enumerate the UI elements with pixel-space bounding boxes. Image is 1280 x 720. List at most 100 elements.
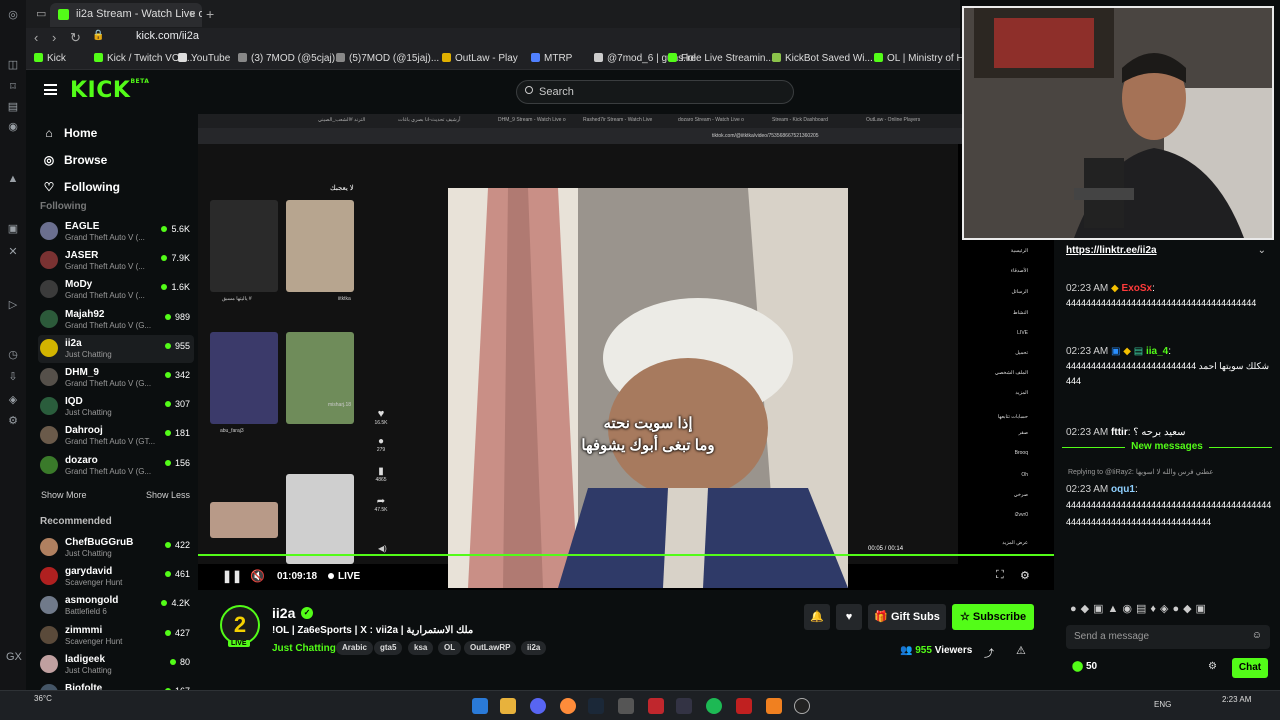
settings-icon[interactable]: ⚙ bbox=[1020, 569, 1030, 582]
sidebar-channel-asmongold[interactable]: asmongold Battlefield 6 4.2K bbox=[38, 592, 194, 620]
show-less-link[interactable]: Show Less bbox=[146, 490, 190, 500]
download-icon[interactable]: ⇩ bbox=[6, 370, 20, 384]
twitch-icon[interactable]: ▣ bbox=[6, 222, 20, 236]
emoji-icon[interactable]: ☺ bbox=[1252, 630, 1262, 641]
stream-tag[interactable]: ksa bbox=[408, 641, 434, 655]
new-tab-icon[interactable]: + bbox=[206, 6, 214, 22]
start-icon[interactable] bbox=[472, 698, 488, 714]
streamer-name[interactable]: ii2a bbox=[272, 605, 295, 621]
bookmark-icon[interactable]: ⌑ bbox=[6, 80, 20, 94]
pause-icon[interactable]: ❚❚ bbox=[222, 569, 242, 583]
bookmark-item[interactable]: (3) 7MOD (@5cjaj)... bbox=[238, 53, 343, 64]
sidebar-channel-dahrooj[interactable]: Dahrooj Grand Theft Auto V (GT... 181 bbox=[38, 422, 194, 450]
tiktok-thumbnail[interactable] bbox=[210, 332, 278, 424]
sidebar-channel-garydavid[interactable]: garydavid Scavenger Hunt 461 bbox=[38, 563, 194, 591]
stream-category[interactable]: Just Chatting bbox=[272, 643, 336, 654]
bookmark-item[interactable]: OL | Ministry of H... bbox=[874, 53, 972, 64]
sidebar-channel-jaser[interactable]: JASER Grand Theft Auto V (... 7.9K bbox=[38, 247, 194, 275]
clock[interactable]: 2:23 AM bbox=[1222, 695, 1251, 704]
mute-icon[interactable]: 🔇 bbox=[250, 569, 265, 583]
sidebar-channel-eagle[interactable]: EAGLE Grand Theft Auto V (... 5.6K bbox=[38, 218, 194, 246]
message-user[interactable]: iia_4 bbox=[1146, 346, 1168, 357]
messenger-icon[interactable]: ◉ bbox=[6, 120, 20, 134]
report-icon[interactable]: ⚠ bbox=[1016, 644, 1026, 657]
settings-icon[interactable]: ⚙ bbox=[6, 414, 20, 428]
stream-video-player[interactable]: الترند #الشعب_الصيني أرشيف تحديث-انا بصر… bbox=[198, 114, 1054, 590]
bookmark-item[interactable]: Kick bbox=[34, 53, 66, 64]
stream-tag[interactable]: OutLawRP bbox=[464, 641, 517, 655]
spotify-icon[interactable] bbox=[706, 698, 722, 714]
notification-bell-button[interactable]: 🔔 bbox=[804, 604, 830, 630]
nav-following[interactable]: ♡ Following bbox=[42, 180, 120, 194]
weather-widget[interactable]: 36°C bbox=[34, 694, 52, 703]
clock-icon[interactable]: ◷ bbox=[6, 348, 20, 362]
sidebar-channel-chefbuggrub[interactable]: ChefBuGGruB Just Chatting 422 bbox=[38, 534, 194, 562]
chat-send-button[interactable]: Chat bbox=[1232, 658, 1268, 678]
message-user[interactable]: fttir bbox=[1111, 427, 1128, 438]
menu-icon[interactable]: ◎ bbox=[6, 8, 20, 22]
sidebar-channel-iqd[interactable]: IQD Just Chatting 307 bbox=[38, 393, 194, 421]
bookmark-item[interactable]: KickBot Saved Wi... bbox=[772, 53, 873, 64]
bookmark-item[interactable]: Free Live Streamin... bbox=[668, 53, 774, 64]
sidebar-channel-majah92[interactable]: Majah92 Grand Theft Auto V (G... 989 bbox=[38, 306, 194, 334]
tiktok-video[interactable]: إذا سويت نحته وما تبغى أبوك يشوفها bbox=[448, 188, 848, 588]
stream-progress-bar[interactable] bbox=[198, 554, 1054, 556]
share-icon[interactable]: ⤴ bbox=[984, 645, 994, 660]
discord-icon[interactable] bbox=[530, 698, 546, 714]
reload-icon[interactable]: ↻ bbox=[70, 30, 81, 46]
steam-icon[interactable] bbox=[588, 698, 604, 714]
fullscreen-icon[interactable]: ⛶ bbox=[996, 569, 1004, 582]
play-icon[interactable]: ▷ bbox=[6, 298, 20, 312]
show-more-link[interactable]: Show More bbox=[41, 490, 87, 500]
message-user[interactable]: oqu1 bbox=[1111, 484, 1135, 495]
hamburger-menu-icon[interactable] bbox=[44, 84, 57, 95]
file-explorer-icon[interactable] bbox=[500, 698, 516, 714]
back-icon[interactable]: ‹ bbox=[34, 30, 38, 45]
opera-gx-icon[interactable] bbox=[648, 698, 664, 714]
bookmark-item[interactable]: YouTube bbox=[178, 53, 230, 64]
subscribe-button[interactable]: ☆ Subscribe bbox=[952, 604, 1034, 630]
feed-icon[interactable]: ◫ bbox=[6, 58, 20, 72]
sidebar-channel-mody[interactable]: MoDy Grand Theft Auto V (... 1.6K bbox=[38, 276, 194, 304]
nav-browse[interactable]: ◎ Browse bbox=[42, 153, 108, 167]
search-input[interactable]: Search bbox=[516, 80, 794, 104]
settings-icon[interactable]: ⚙ bbox=[1208, 661, 1217, 672]
emote-quick-bar[interactable]: ●◆▣▲◉▤♦◈●◆▣ bbox=[1070, 602, 1210, 615]
language-indicator[interactable]: ENG bbox=[1154, 700, 1171, 709]
sidebar-channel-zimmmi[interactable]: zimmmi Scavenger Hunt 427 bbox=[38, 622, 194, 650]
app-icon[interactable] bbox=[676, 698, 692, 714]
bookmark-item[interactable]: OutLaw - Play bbox=[442, 53, 518, 64]
volume-icon[interactable]: ◀) bbox=[378, 544, 387, 553]
app-icon[interactable] bbox=[736, 698, 752, 714]
stream-tag[interactable]: gta5 bbox=[374, 641, 403, 655]
extensions-icon[interactable]: ◈ bbox=[6, 393, 20, 407]
tab-kick-ii2a[interactable]: ii2a Stream - Watch Live o × bbox=[50, 3, 202, 27]
sidebar-channel-dhm_9[interactable]: DHM_9 Grand Theft Auto V (G... 342 bbox=[38, 364, 194, 392]
channel-points[interactable]: ⬤ 50 bbox=[1072, 661, 1097, 672]
kick-side-icon[interactable]: ▲ bbox=[6, 172, 20, 186]
follow-button[interactable]: ♥ bbox=[836, 604, 862, 630]
app-icon[interactable] bbox=[560, 698, 576, 714]
stream-tag[interactable]: ii2a bbox=[521, 641, 547, 655]
x-icon[interactable]: ✕ bbox=[6, 245, 20, 259]
bookmark-item[interactable]: (5)7MOD (@15jaj)... bbox=[336, 53, 439, 64]
like-button[interactable]: ♥ 16.5K bbox=[370, 408, 392, 426]
tabs-menu-icon[interactable]: ▭ bbox=[36, 7, 46, 20]
pinned-link[interactable]: https://linktr.ee/ii2a bbox=[1066, 245, 1157, 256]
chevron-down-icon[interactable]: ⌄ bbox=[1258, 245, 1266, 256]
sidebar-channel-dozaro[interactable]: dozaro Grand Theft Auto V (G... 156 bbox=[38, 452, 194, 480]
tiktok-thumbnail[interactable] bbox=[210, 200, 278, 292]
kick-logo[interactable]: KICKBETA bbox=[70, 78, 149, 103]
new-messages-divider[interactable]: New messages bbox=[1062, 441, 1272, 459]
url-field[interactable]: kick.com/ii2a bbox=[136, 30, 199, 42]
sidebar-channel-ladigeek[interactable]: ladigeek Just Chatting 80 bbox=[38, 651, 194, 679]
obs-icon[interactable] bbox=[794, 698, 810, 714]
message-user[interactable]: ExoSx bbox=[1122, 283, 1153, 294]
nav-home[interactable]: ⌂ Home bbox=[42, 126, 97, 140]
stream-tag[interactable]: Arabic bbox=[336, 641, 373, 655]
sidebar-channel-ii2a[interactable]: ii2a Just Chatting 955 bbox=[38, 334, 194, 363]
tiktok-thumbnail[interactable] bbox=[210, 502, 278, 538]
gx-icon[interactable]: GX bbox=[6, 650, 22, 664]
save-button[interactable]: ▮ 4865 bbox=[370, 466, 392, 483]
stream-tag[interactable]: OL bbox=[438, 641, 462, 655]
